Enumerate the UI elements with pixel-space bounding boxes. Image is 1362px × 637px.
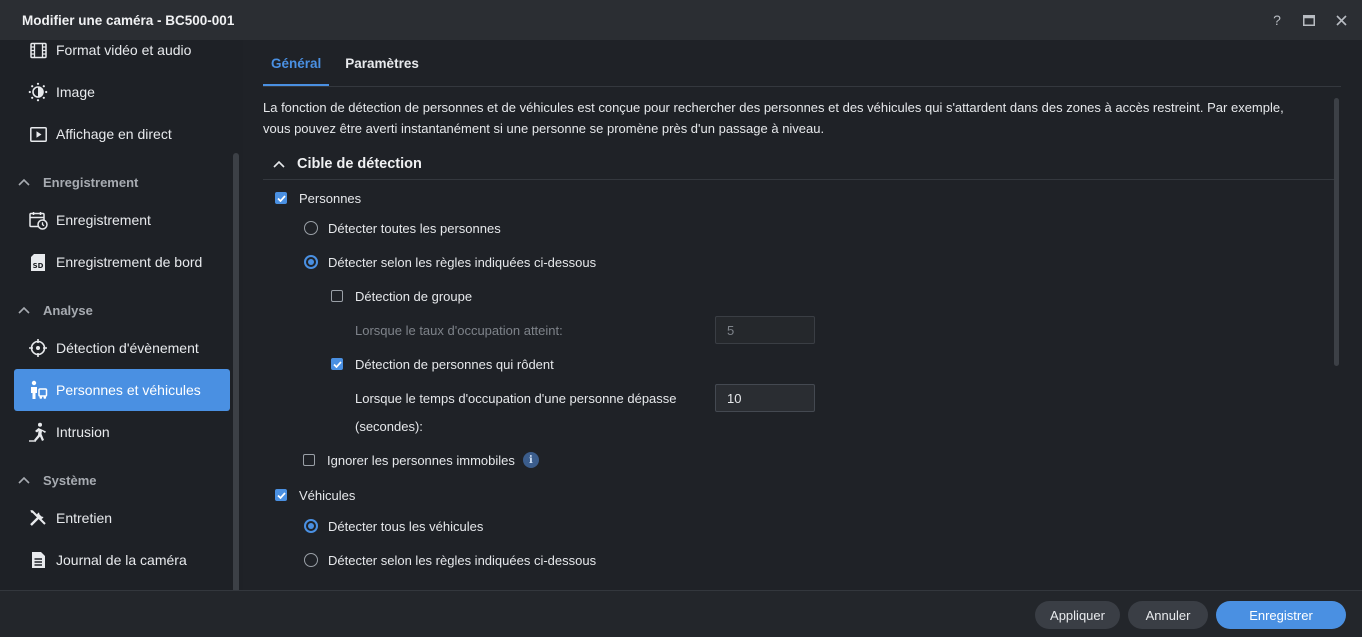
sd-card-icon: SD [28,252,48,272]
chevron-up-icon [18,306,32,314]
info-icon[interactable]: i [522,452,539,468]
sidebar-item-label: Image [56,84,95,100]
log-icon [28,550,48,570]
loitering-time-label-line2: (secondes): [355,418,423,434]
sidebar-group-analysis[interactable]: Analyse [18,298,93,322]
tools-icon [28,508,48,528]
persons-all-row: Détecter toutes les personnes [304,217,501,239]
sidebar-item-persons-vehicles[interactable]: Personnes et véhicules [14,369,230,411]
persons-rules-row: Détecter selon les règles indiquées ci-d… [304,251,596,273]
loitering-time-input[interactable]: 10 [715,384,815,412]
svg-text:SD: SD [33,262,44,270]
description-text: La fonction de détection de personnes et… [263,100,1284,136]
sidebar-item-event-detection[interactable]: Détection d'évènement [14,327,230,369]
persons-rules-label: Détecter selon les règles indiquées ci-d… [328,254,597,270]
group-detection-label: Détection de groupe [355,288,473,304]
group-detection-checkbox[interactable] [331,290,343,302]
vehicles-rules-label: Détecter selon les règles indiquées ci-d… [328,552,597,568]
ignore-stationary-label: Ignorer les personnes immobiles [327,452,515,468]
person-vehicle-icon [28,380,48,400]
sidebar-item-camera-log[interactable]: Journal de la caméra [14,539,230,581]
ignore-stationary-row: Ignorer les personnes immobiles i [303,449,539,471]
section-divider [263,179,1339,180]
persons-label: Personnes [299,190,362,206]
apply-button[interactable]: Appliquer [1035,601,1120,629]
loitering-time-label-line1: Lorsque le temps d'occupation d'une pers… [355,390,677,406]
persons-rules-radio[interactable] [304,255,318,269]
main-panel: Général Paramètres La fonction de détect… [243,40,1362,590]
cancel-button[interactable]: Annuler [1128,601,1208,629]
vehicles-all-row: Détecter tous les véhicules [304,515,483,537]
section-header-detection-target[interactable]: Cible de détection [273,152,422,176]
chevron-up-icon [18,178,32,186]
persons-all-radio[interactable] [304,221,318,235]
sidebar-item-label: Format vidéo et audio [56,42,192,58]
section-title: Cible de détection [297,156,422,172]
sidebar-item-label: Détection d'évènement [56,340,199,356]
content-scrollbar[interactable] [1334,98,1339,366]
brightness-icon [28,82,48,102]
sidebar-item-intrusion[interactable]: Intrusion [14,411,230,453]
tab-divider [263,86,1341,87]
footer-bar: Appliquer Annuler Enregistrer [0,590,1362,637]
loitering-detection-row: Détection de personnes qui rôdent [331,353,554,375]
group-threshold-label: Lorsque le taux d'occupation atteint: [355,322,563,338]
film-icon [28,40,48,60]
group-detection-row: Détection de groupe [331,285,472,307]
sidebar-item-label: Enregistrement [56,212,151,228]
loitering-detection-label: Détection de personnes qui rôdent [355,356,554,372]
chevron-up-icon [273,160,285,168]
running-person-icon [28,422,48,442]
sidebar-item-label: Personnes et véhicules [56,382,201,398]
sidebar-group-label: Analyse [43,302,93,318]
window-controls: ? [1268,0,1350,40]
sidebar-item-label: Affichage en direct [56,126,172,142]
sidebar-scrollbar[interactable] [233,153,239,590]
vehicles-all-radio[interactable] [304,519,318,533]
sidebar-group-label: Enregistrement [43,174,139,190]
maximize-icon[interactable] [1300,11,1318,29]
vehicles-label: Véhicules [299,487,356,503]
vehicles-rules-radio[interactable] [304,553,318,567]
sidebar-group-label: Système [43,472,97,488]
sidebar-item-label: Intrusion [56,424,110,440]
window-title: Modifier une caméra - BC500-001 [22,12,235,28]
sidebar-item-label: Journal de la caméra [56,552,187,568]
save-button[interactable]: Enregistrer [1216,601,1346,629]
sidebar-item-label: Entretien [56,510,113,526]
vehicles-all-label: Détecter tous les véhicules [328,518,484,534]
title-bar: Modifier une caméra - BC500-001 ? [0,0,1362,40]
sidebar-item-image[interactable]: Image [14,71,230,113]
tab-bar: Général Paramètres [263,40,435,86]
vehicles-row: Véhicules [275,484,355,506]
persons-row: Personnes [275,187,361,209]
persons-checkbox[interactable] [275,192,287,204]
close-icon[interactable] [1332,11,1350,29]
persons-all-label: Détecter toutes les personnes [328,220,501,236]
tab-settings[interactable]: Paramètres [337,40,427,86]
help-icon[interactable]: ? [1268,11,1286,29]
sidebar: Format vidéo et audio Image Affichage en… [0,40,242,590]
play-icon [28,124,48,144]
group-threshold-input[interactable]: 5 [715,316,815,344]
crosshair-icon [28,338,48,358]
vehicles-checkbox[interactable] [275,489,287,501]
sidebar-item-recording[interactable]: Enregistrement [14,199,230,241]
loitering-detection-checkbox[interactable] [331,358,343,370]
ignore-stationary-checkbox[interactable] [303,454,315,466]
sidebar-group-system[interactable]: Système [18,468,96,492]
vehicles-rules-row: Détecter selon les règles indiquées ci-d… [304,549,596,571]
sidebar-item-maintenance[interactable]: Entretien [14,497,230,539]
chevron-up-icon [18,476,32,484]
tab-general[interactable]: Général [263,40,330,86]
sidebar-item-video-audio[interactable]: Format vidéo et audio [14,40,230,71]
sidebar-group-recording[interactable]: Enregistrement [18,170,138,194]
sidebar-item-label: Enregistrement de bord [56,254,203,270]
sidebar-item-live-view[interactable]: Affichage en direct [14,113,230,155]
sidebar-item-edge-recording[interactable]: SD Enregistrement de bord [14,241,230,283]
calendar-clock-icon [28,210,48,230]
